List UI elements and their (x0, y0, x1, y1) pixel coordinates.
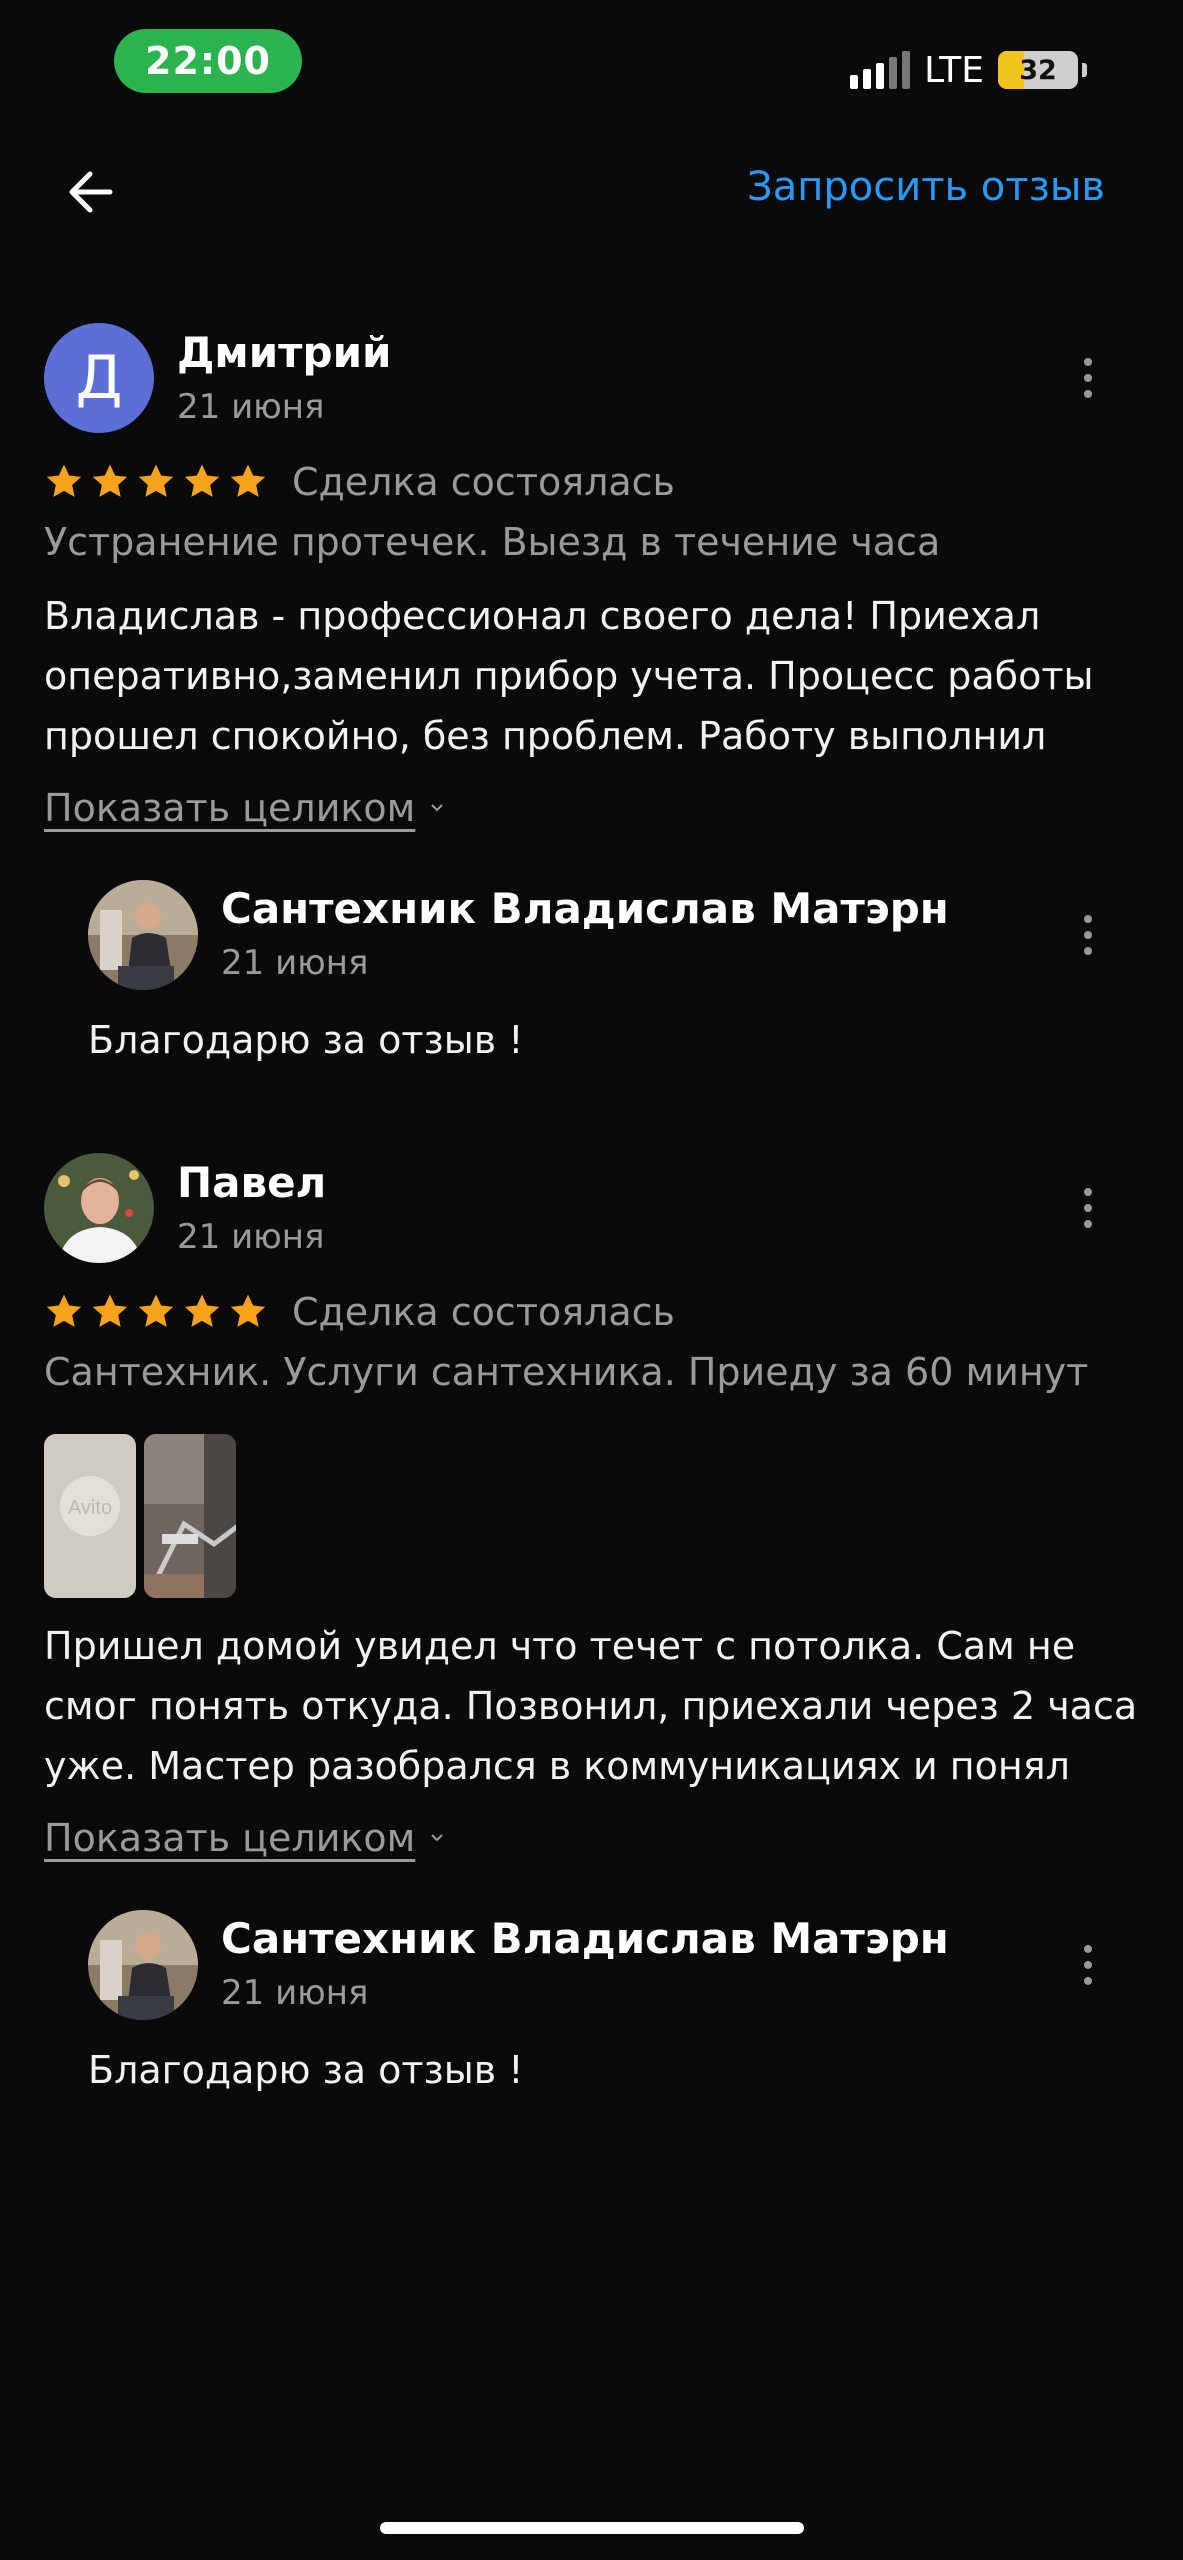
review-photo[interactable] (144, 1434, 236, 1598)
more-options-icon[interactable] (1068, 346, 1108, 410)
show-more-label: Показать целиком (44, 786, 416, 830)
star-icon (46, 1294, 82, 1327)
seller-name[interactable]: Сантехник Владислав Матэрн (221, 884, 949, 933)
star-icon (46, 464, 82, 497)
avatar[interactable] (44, 1153, 154, 1263)
reply-text: Благодарю за отзыв ! (88, 1018, 524, 1062)
rating-stars (44, 1292, 268, 1332)
star-icon (92, 1294, 128, 1327)
avatar[interactable]: Д (44, 323, 154, 433)
network-label: LTE (924, 49, 984, 91)
show-more-link[interactable]: Показать целиком (44, 786, 445, 830)
reply-text: Благодарю за отзыв ! (88, 2048, 524, 2092)
star-icon (230, 464, 266, 497)
status-time: 22:00 (114, 29, 302, 93)
chevron-down-icon (431, 1834, 443, 1842)
reviewer-name[interactable]: Дмитрий (177, 328, 391, 377)
show-more-label: Показать целиком (44, 1816, 416, 1860)
star-icon (92, 464, 128, 497)
star-icon (230, 1294, 266, 1327)
service-title: Сантехник. Услуги сантехника. Приеду за … (44, 1350, 1089, 1394)
seller-avatar[interactable] (88, 1910, 198, 2020)
request-review-link[interactable]: Запросить отзыв (747, 164, 1105, 210)
photo-watermark: Avito (68, 1497, 112, 1519)
review-text: Владислав - профессионал своего дела! Пр… (44, 594, 1094, 758)
review-date: 21 июня (177, 1217, 325, 1257)
reviewer-name[interactable]: Павел (177, 1158, 326, 1207)
show-more-link[interactable]: Показать целиком (44, 1816, 445, 1860)
chevron-down-icon (431, 804, 443, 812)
service-title: Устранение протечек. Выезд в течение час… (44, 520, 941, 564)
more-options-icon[interactable] (1068, 1176, 1108, 1240)
deal-status: Сделка состоялась (292, 1290, 675, 1334)
deal-status: Сделка состоялась (292, 460, 675, 504)
star-icon (184, 464, 220, 497)
more-options-icon[interactable] (1068, 903, 1108, 967)
star-icon (138, 1294, 174, 1327)
status-icons: LTE 32 (850, 44, 1087, 96)
arrow-left-icon (69, 171, 113, 213)
reply-date: 21 июня (221, 1973, 369, 2013)
battery-icon: 32 (998, 51, 1078, 89)
review-photo[interactable]: Avito (44, 1434, 136, 1598)
back-button[interactable] (58, 160, 122, 224)
review-text: Пришел домой увидел что течет с потолка.… (44, 1624, 1138, 1788)
battery-level: 32 (1019, 54, 1057, 86)
reply-date: 21 июня (221, 943, 369, 983)
signal-icon (850, 51, 911, 89)
more-options-icon[interactable] (1068, 1933, 1108, 1997)
seller-name[interactable]: Сантехник Владислав Матэрн (221, 1914, 949, 1963)
star-icon (138, 464, 174, 497)
home-indicator[interactable] (380, 2522, 804, 2534)
review-date: 21 июня (177, 387, 325, 427)
star-icon (184, 1294, 220, 1327)
rating-stars (44, 462, 268, 502)
seller-avatar[interactable] (88, 880, 198, 990)
